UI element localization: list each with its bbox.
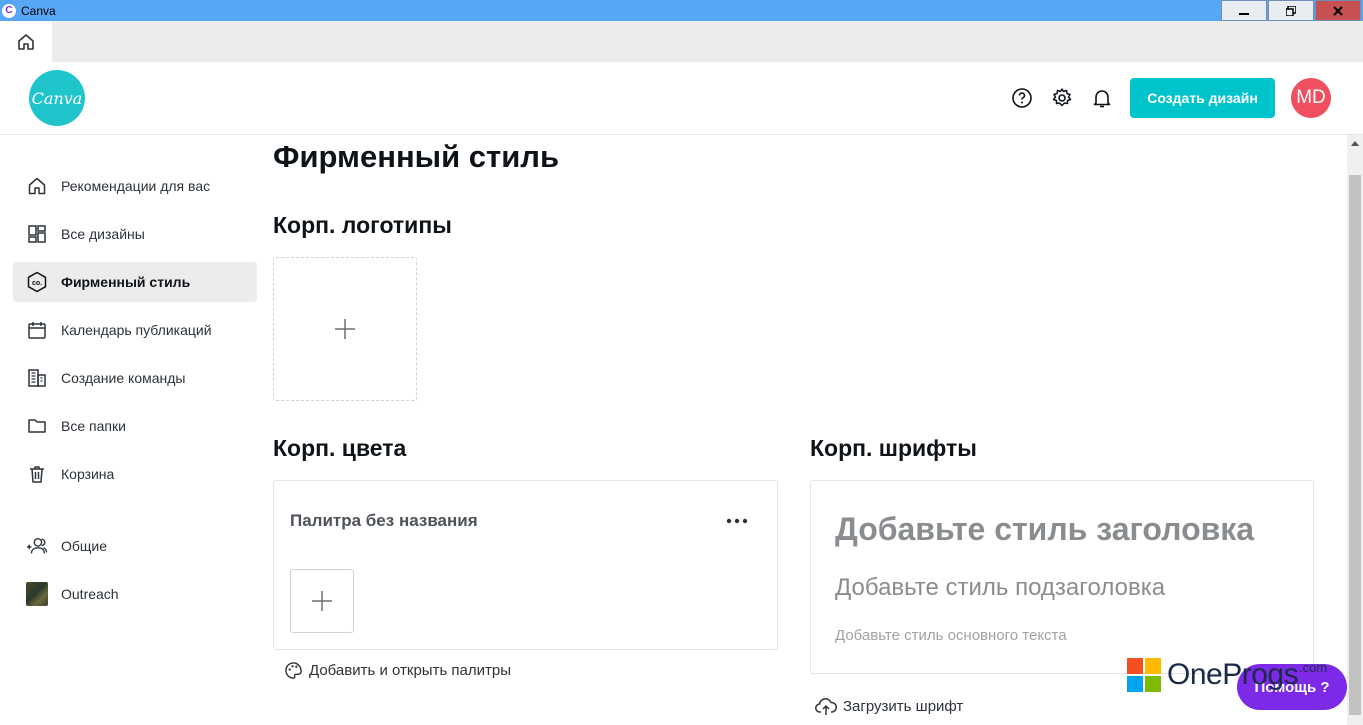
palette-icon [285,662,302,679]
watermark-suffix: .com [1299,660,1328,675]
watermark-text: OneProgs [1167,658,1299,691]
add-palettes-label: Добавить и открыть палитры [309,662,512,679]
add-color-button[interactable] [290,569,354,633]
body-style-placeholder[interactable]: Добавьте стиль основного текста [835,627,1067,644]
add-palettes-link[interactable]: Добавить и открыть палитры [284,661,511,680]
fonts-section-title: Корп. шрифты [810,435,977,461]
heading-style-placeholder[interactable]: Добавьте стиль заголовка [835,511,1254,548]
watermark: OneProgs .com [1127,658,1327,692]
scroll-up-button[interactable] [1347,135,1363,151]
main-content: Фирменный стиль Корп. логотипы Корп. цве… [0,135,1347,725]
minimize-icon [1239,12,1249,15]
upload-font-label: Загрузить шрифт [843,697,964,715]
add-logo-button[interactable] [273,257,417,401]
plus-icon [312,591,332,611]
restore-icon [1286,5,1296,16]
tab-home[interactable] [0,21,52,62]
bell-icon[interactable] [1090,86,1114,110]
scrollbar[interactable] [1347,135,1363,725]
canva-logo[interactable]: Canva [29,70,85,126]
close-button[interactable] [1315,0,1361,21]
canva-app-icon: C [2,3,16,18]
subheading-style-placeholder[interactable]: Добавьте стиль подзаголовка [835,574,1165,602]
avatar[interactable]: MD [1291,78,1331,118]
palette-name[interactable]: Палитра без названия [290,511,478,531]
create-design-button[interactable]: Создать дизайн [1130,78,1275,118]
scroll-thumb[interactable] [1349,175,1361,715]
page-title: Фирменный стиль [273,139,560,174]
top-header: Canva Создать дизайн MD [0,62,1363,135]
gear-icon[interactable] [1050,86,1074,110]
help-icon[interactable] [1010,86,1034,110]
more-options-button[interactable] [723,511,751,531]
home-icon [18,33,34,50]
colors-section-title: Корп. цвета [273,435,407,461]
fonts-card: Добавьте стиль заголовка Добавьте стиль … [810,480,1314,674]
window-titlebar: C Canva [0,0,1363,21]
app-icon-letter: C [5,5,13,16]
chevron-up-icon [1351,140,1359,146]
plus-icon [335,319,355,339]
window-controls [1220,0,1361,21]
more-icon [726,518,748,524]
cloud-upload-icon [815,698,837,715]
tab-strip [0,21,1363,62]
logo-text: Canva [31,88,83,108]
minimize-button[interactable] [1221,0,1267,21]
window-title: Canva [21,3,56,18]
restore-button[interactable] [1268,0,1314,21]
upload-font-link[interactable]: Загрузить шрифт [815,696,963,716]
close-icon [1333,5,1343,16]
watermark-logo-icon [1127,658,1161,692]
palette-card: Палитра без названия [273,480,778,650]
logos-section-title: Корп. логотипы [273,212,452,238]
